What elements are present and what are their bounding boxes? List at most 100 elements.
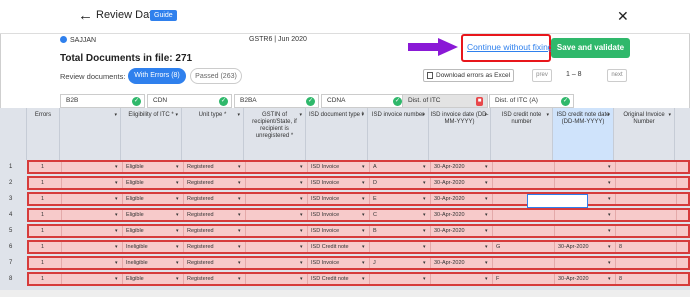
tab-dist-of-itc[interactable]: Dist. of ITC ■ [402,94,488,108]
next-page-button[interactable]: next [607,69,627,82]
dropdown-icon[interactable]: ▾ [114,112,117,119]
table-cell[interactable] [555,210,616,220]
dropdown-icon[interactable]: ▾ [115,162,118,172]
table-cell[interactable] [62,242,123,252]
dropdown-icon[interactable]: ▾ [362,178,365,188]
dropdown-icon[interactable]: ▾ [485,242,488,252]
table-row[interactable]: 1 ▾ Eligible ▾ Registered ▾ ▾ ISD Invoice ▾ C ▾ 30-… [27,208,690,222]
delete-icon[interactable]: ■ [476,97,483,106]
table-cell[interactable]: 8 [616,274,677,284]
table-cell[interactable]: 1 [29,178,62,188]
table-cell[interactable]: 8 [616,242,677,252]
table-cell[interactable]: Registered [184,226,246,236]
dropdown-icon[interactable]: ▾ [362,210,365,220]
dropdown-icon[interactable]: ▾ [608,226,611,236]
table-cell[interactable]: Registered [184,258,246,268]
dropdown-icon[interactable]: ▾ [423,258,426,268]
dropdown-icon[interactable]: ▾ [362,226,365,236]
table-cell[interactable]: Registered [184,178,246,188]
dropdown-icon[interactable]: ▾ [115,178,118,188]
table-cell[interactable]: 30-Apr-2020 [431,194,493,204]
table-cell[interactable]: Registered [184,242,246,252]
dropdown-icon[interactable]: ▾ [238,242,241,252]
dropdown-icon[interactable]: ▾ [485,178,488,188]
table-cell[interactable]: 30-Apr-2020 [431,178,493,188]
table-cell[interactable] [62,162,123,172]
column-header[interactable]: Errors [27,108,60,160]
dropdown-icon[interactable]: ▾ [300,210,303,220]
table-cell[interactable]: 1 [29,242,62,252]
dropdown-icon[interactable]: ▾ [423,242,426,252]
table-cell[interactable]: ISD Credit note [308,242,370,252]
table-cell[interactable]: Registered [184,194,246,204]
table-cell[interactable]: Eligible [123,274,184,284]
dropdown-icon[interactable]: ▾ [115,274,118,284]
dropdown-icon[interactable]: ▾ [176,194,179,204]
table-cell[interactable] [246,194,308,204]
column-header[interactable]: ISD credit note number ▾ [491,108,553,160]
dropdown-icon[interactable]: ▾ [361,112,364,119]
dropdown-icon[interactable]: ▾ [300,226,303,236]
dropdown-icon[interactable]: ▾ [608,162,611,172]
dropdown-icon[interactable]: ▾ [485,194,488,204]
dropdown-icon[interactable]: ▾ [238,162,241,172]
column-header[interactable]: ▾ [60,108,121,160]
table-cell[interactable] [493,210,555,220]
table-cell[interactable] [616,210,677,220]
table-cell[interactable]: 30-Apr-2020 [431,210,493,220]
table-cell[interactable]: F [493,274,555,284]
dropdown-icon[interactable]: ▾ [115,242,118,252]
dropdown-icon[interactable]: ▾ [176,178,179,188]
table-cell[interactable]: ISD Invoice [308,210,370,220]
dropdown-icon[interactable]: ▾ [423,226,426,236]
table-cell[interactable]: D [370,178,431,188]
dropdown-icon[interactable]: ▾ [608,258,611,268]
table-cell[interactable] [246,178,308,188]
dropdown-icon[interactable]: ▾ [300,194,303,204]
table-cell[interactable] [555,226,616,236]
table-row[interactable]: 1 ▾ Eligible ▾ Registered ▾ ▾ ISD Invoice ▾ D ▾ 30-… [27,176,690,190]
dropdown-icon[interactable]: ▾ [485,226,488,236]
table-row[interactable]: 1 ▾ Ineligible ▾ Registered ▾ ▾ ISD Credit note… [27,240,690,254]
table-cell[interactable]: 30-Apr-2020 [431,258,493,268]
table-cell[interactable]: Eligible [123,178,184,188]
table-cell[interactable] [246,162,308,172]
table-cell[interactable]: 1 [29,258,62,268]
dropdown-icon[interactable]: ▾ [176,210,179,220]
table-cell[interactable] [493,258,555,268]
dropdown-icon[interactable]: ▾ [115,226,118,236]
table-cell[interactable]: 30-Apr-2020 [431,162,493,172]
table-cell[interactable]: ISD Invoice [308,258,370,268]
dropdown-icon[interactable]: ▾ [362,274,365,284]
table-cell[interactable] [616,194,677,204]
close-icon[interactable]: ✕ [617,8,629,25]
dropdown-icon[interactable]: ▾ [423,194,426,204]
column-header[interactable]: ISD document type * ▾ [306,108,368,160]
dropdown-icon[interactable]: ▾ [608,194,611,204]
table-cell[interactable]: Registered [184,210,246,220]
dropdown-icon[interactable]: ▾ [238,194,241,204]
dropdown-icon[interactable]: ▾ [485,210,488,220]
table-cell[interactable] [246,274,308,284]
table-cell[interactable]: A [370,162,431,172]
table-cell[interactable]: 30-Apr-2020 [555,274,616,284]
table-row[interactable]: 1 ▾ Eligible ▾ Registered ▾ ▾ ISD Invoice ▾ E ▾ 30-… [27,192,690,206]
with-errors-filter[interactable]: With Errors (8) [128,68,186,84]
table-cell[interactable]: ISD Invoice [308,194,370,204]
table-cell[interactable] [493,226,555,236]
table-row[interactable]: 1 ▾ Ineligible ▾ Registered ▾ ▾ ISD Invoice ▾ J ▾ 3… [27,256,690,270]
table-cell[interactable] [431,242,493,252]
dropdown-icon[interactable]: ▾ [176,162,179,172]
tab-cdna[interactable]: CDNA ✓ [321,94,406,108]
tab-dist-of-itc-a-[interactable]: Dist. of ITC (A) ✓ [489,94,574,108]
table-cell[interactable]: J [370,258,431,268]
tab-cdn[interactable]: CDN ✓ [147,94,232,108]
table-cell[interactable]: 30-Apr-2020 [431,226,493,236]
dropdown-icon[interactable]: ▾ [423,178,426,188]
table-cell[interactable] [370,274,431,284]
save-and-validate-button[interactable]: Save and validate [551,38,630,58]
table-cell[interactable]: E [370,194,431,204]
dropdown-icon[interactable]: ▾ [485,274,488,284]
dropdown-icon[interactable]: ▾ [546,112,549,119]
dropdown-icon[interactable]: ▾ [608,178,611,188]
